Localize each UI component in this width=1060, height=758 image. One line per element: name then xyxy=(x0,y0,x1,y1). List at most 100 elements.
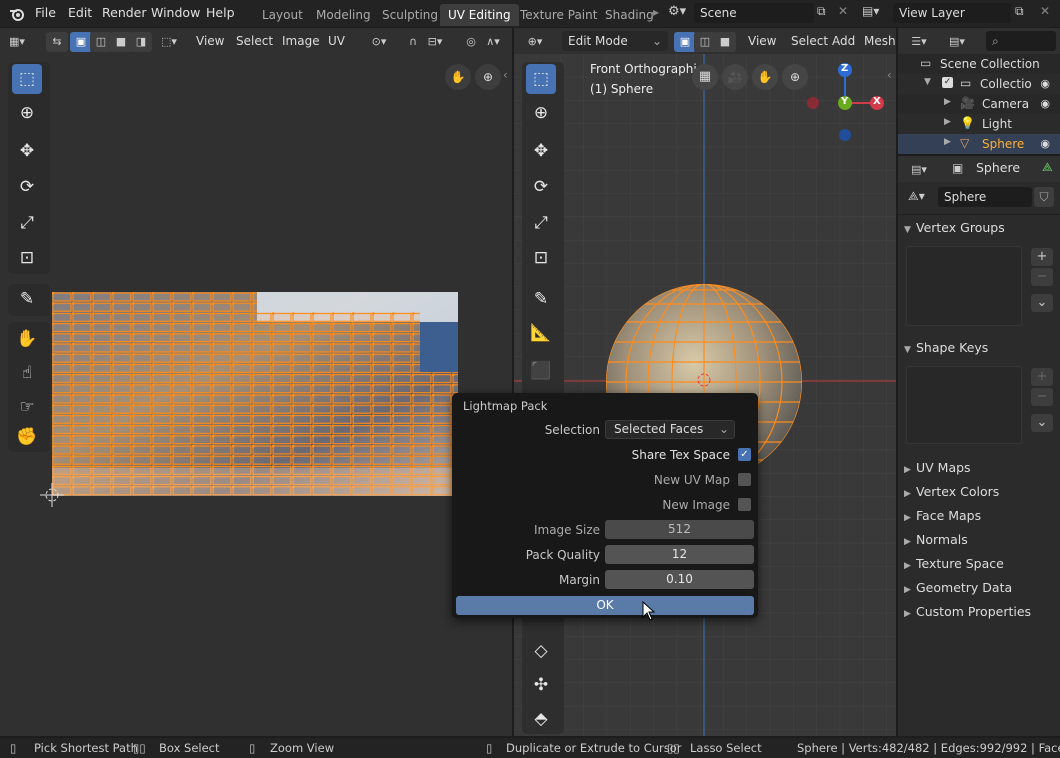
vp-scale-tool-icon[interactable]: ⤢ xyxy=(526,208,556,238)
outliner-editor-type-icon[interactable]: ☰▾ xyxy=(908,32,930,52)
face-mode-icon[interactable]: ■ xyxy=(714,32,736,52)
relax-tool-icon[interactable]: ☝ xyxy=(12,358,42,388)
viewport-menu-view[interactable]: View xyxy=(742,32,782,52)
panel-uv-maps[interactable]: ▶ UV Maps xyxy=(904,460,1054,482)
outliner-row-collection[interactable]: ▼ ✓ ▭ Collection ◉ xyxy=(898,74,1060,94)
delete-scene-icon[interactable]: ✕ xyxy=(838,4,848,18)
move-tool-icon[interactable]: ✥ xyxy=(12,136,42,166)
edge-mode-icon[interactable]: ◫ xyxy=(694,32,716,52)
panel-vertex-groups[interactable]: ▼ Vertex Groups xyxy=(904,220,1054,242)
uv-menu-uv[interactable]: UV xyxy=(322,32,351,52)
tab-uv-editing[interactable]: UV Editing xyxy=(440,4,519,26)
vp-cursor-tool-icon[interactable]: ⊕ xyxy=(526,98,556,128)
transform-tool-icon[interactable]: ⊡ xyxy=(12,243,42,273)
view-layer-icon[interactable]: ▤▾ xyxy=(862,4,879,18)
outliner-row-camera[interactable]: ▶ 🎥 Camera ◉ xyxy=(898,94,1060,114)
scale-tool-icon[interactable]: ⤢ xyxy=(12,208,42,238)
image-size-field[interactable]: 512 xyxy=(605,520,754,539)
sidebar-toggle-icon[interactable]: ‹ xyxy=(503,68,508,82)
vp-shear-tool-icon[interactable]: ✣ xyxy=(526,670,556,700)
rotate-tool-icon[interactable]: ⟳ xyxy=(12,172,42,202)
expand-icon[interactable]: ▶ xyxy=(944,117,951,127)
shape-key-menu-icon[interactable]: ⌄ xyxy=(1031,414,1053,432)
uv-menu-select[interactable]: Select xyxy=(230,32,279,52)
mesh-name-field[interactable]: Sphere xyxy=(938,187,1032,207)
blender-logo-icon[interactable] xyxy=(9,6,25,22)
zoom-view-icon[interactable]: ⊕ xyxy=(475,64,501,90)
tab-modeling[interactable]: Modeling xyxy=(308,4,379,26)
3d-viewport[interactable]: ⊕▾ Edit Mode ⌄ ▣ ◫ ■ View Select Add Mes… xyxy=(514,28,896,736)
vp-rotate-tool-icon[interactable]: ⟳ xyxy=(526,172,556,202)
vp-rip-tool-icon[interactable]: ⬘ xyxy=(526,704,556,732)
uv-menu-view[interactable]: View xyxy=(190,32,230,52)
mesh-icon[interactable]: ⟁▾ xyxy=(908,189,925,204)
viewport-menu-add[interactable]: Add xyxy=(826,32,861,52)
snap-target-icon[interactable]: ⊟▾ xyxy=(424,32,446,52)
mode-selector[interactable]: Edit Mode ⌄ xyxy=(562,31,668,51)
vp-transform-tool-icon[interactable]: ⊡ xyxy=(526,243,556,273)
sticky-select-icon[interactable]: ⬚▾ xyxy=(158,32,180,52)
panel-geometry-data[interactable]: ▶ Geometry Data xyxy=(904,580,1054,602)
fake-user-icon[interactable]: ⛉ xyxy=(1034,187,1054,207)
visibility-eye-icon[interactable]: ◉ xyxy=(1040,77,1050,90)
extra-tool-icon[interactable]: ✊ xyxy=(12,422,42,448)
properties-editor[interactable]: ▤▾ ▣ Sphere ⟁ ⟁▾ Sphere ⛉ xyxy=(898,156,1060,736)
outliner-row-light[interactable]: ▶ 💡 Light xyxy=(898,114,1060,134)
visibility-eye-icon[interactable]: ◉ xyxy=(1040,137,1050,150)
falloff-icon[interactable]: ∧▾ xyxy=(482,32,504,52)
viewport-menu-mesh[interactable]: Mesh xyxy=(858,32,902,52)
expand-icon[interactable]: ▼ xyxy=(924,77,931,87)
panel-custom-properties[interactable]: ▶ Custom Properties xyxy=(904,604,1054,626)
vp-move-tool-icon[interactable]: ✥ xyxy=(526,136,556,166)
grab-tool-icon[interactable]: ✋ xyxy=(12,324,42,354)
vertex-group-menu-icon[interactable]: ⌄ xyxy=(1031,294,1053,312)
tab-texture-paint[interactable]: Texture Paint xyxy=(512,4,605,26)
tab-layout[interactable]: Layout xyxy=(254,4,311,26)
vp-add-cube-tool-icon[interactable]: ⬛ xyxy=(526,356,556,386)
outliner-row-scene-collection[interactable]: ▭ Scene Collection xyxy=(898,54,1060,74)
scene-name-field[interactable]: Scene xyxy=(694,3,814,23)
margin-field[interactable]: 0.10 xyxy=(605,570,754,589)
vp-annotate-tool-icon[interactable]: ✎ xyxy=(526,284,556,314)
vp-measure-tool-icon[interactable]: 📐 xyxy=(526,318,556,348)
outliner[interactable]: ☰▾ ▤▾ ⌕ ▭ Scene Collection ▼ ✓ ▭ Collect… xyxy=(898,28,1060,154)
pivot-icon[interactable]: ⊙▾ xyxy=(368,32,390,52)
scene-selector-icon[interactable]: ⚙▾ xyxy=(668,4,686,19)
proportional-edit-icon[interactable]: ◎ xyxy=(460,32,482,52)
display-mode-icon[interactable]: ▤▾ xyxy=(946,32,968,52)
vertex-groups-list[interactable] xyxy=(906,246,1022,326)
tabs-scroll-icon[interactable]: ▸ xyxy=(653,5,659,19)
panel-texture-space[interactable]: ▶ Texture Space xyxy=(904,556,1054,578)
selection-dropdown[interactable]: Selected Faces ⌄ xyxy=(605,420,735,439)
panel-face-maps[interactable]: ▶ Face Maps xyxy=(904,508,1054,530)
ok-button[interactable]: OK xyxy=(456,596,754,615)
uv-menu-image[interactable]: Image xyxy=(276,32,326,52)
new-uv-map-checkbox[interactable] xyxy=(738,473,751,486)
vertex-mode-icon[interactable]: ▣ xyxy=(674,32,696,52)
shape-keys-list[interactable] xyxy=(906,366,1022,444)
pan-view-icon[interactable]: ✋ xyxy=(445,64,471,90)
cursor-tool-icon[interactable]: ⊕ xyxy=(12,98,42,128)
properties-editor-type-icon[interactable]: ▤▾ xyxy=(908,160,930,180)
edge-select-icon[interactable]: ◫ xyxy=(90,32,112,52)
menu-help[interactable]: Help xyxy=(206,5,235,20)
select-box-tool-icon[interactable]: ⬚ xyxy=(12,64,42,94)
remove-vertex-group-icon[interactable]: − xyxy=(1031,268,1053,286)
vp-shrink-tool-icon[interactable]: ◇ xyxy=(526,636,556,666)
new-scene-icon[interactable]: ⧉ xyxy=(817,4,826,19)
annotate-tool-icon[interactable]: ✎ xyxy=(12,284,42,314)
visibility-eye-icon[interactable]: ◉ xyxy=(1040,97,1050,110)
outliner-row-sphere[interactable]: ▶ ▽ Sphere ◉ xyxy=(898,134,1060,154)
new-view-layer-icon[interactable]: ⧉ xyxy=(1015,4,1024,19)
toggle-grid-icon[interactable]: ▦ xyxy=(692,64,718,90)
menu-file[interactable]: File xyxy=(35,5,56,20)
menu-render[interactable]: Render xyxy=(102,5,147,20)
vp-sidebar-toggle-icon[interactable]: ‹ xyxy=(887,68,892,82)
sync-selection-icon[interactable]: ⇆ xyxy=(46,32,68,52)
add-shape-key-icon[interactable]: + xyxy=(1031,368,1053,386)
snap-icon[interactable]: ∩ xyxy=(402,32,424,52)
exclude-checkbox[interactable]: ✓ xyxy=(942,77,953,88)
panel-vertex-colors[interactable]: ▶ Vertex Colors xyxy=(904,484,1054,506)
delete-view-layer-icon[interactable]: ✕ xyxy=(1040,4,1050,18)
face-select-icon[interactable]: ■ xyxy=(110,32,132,52)
